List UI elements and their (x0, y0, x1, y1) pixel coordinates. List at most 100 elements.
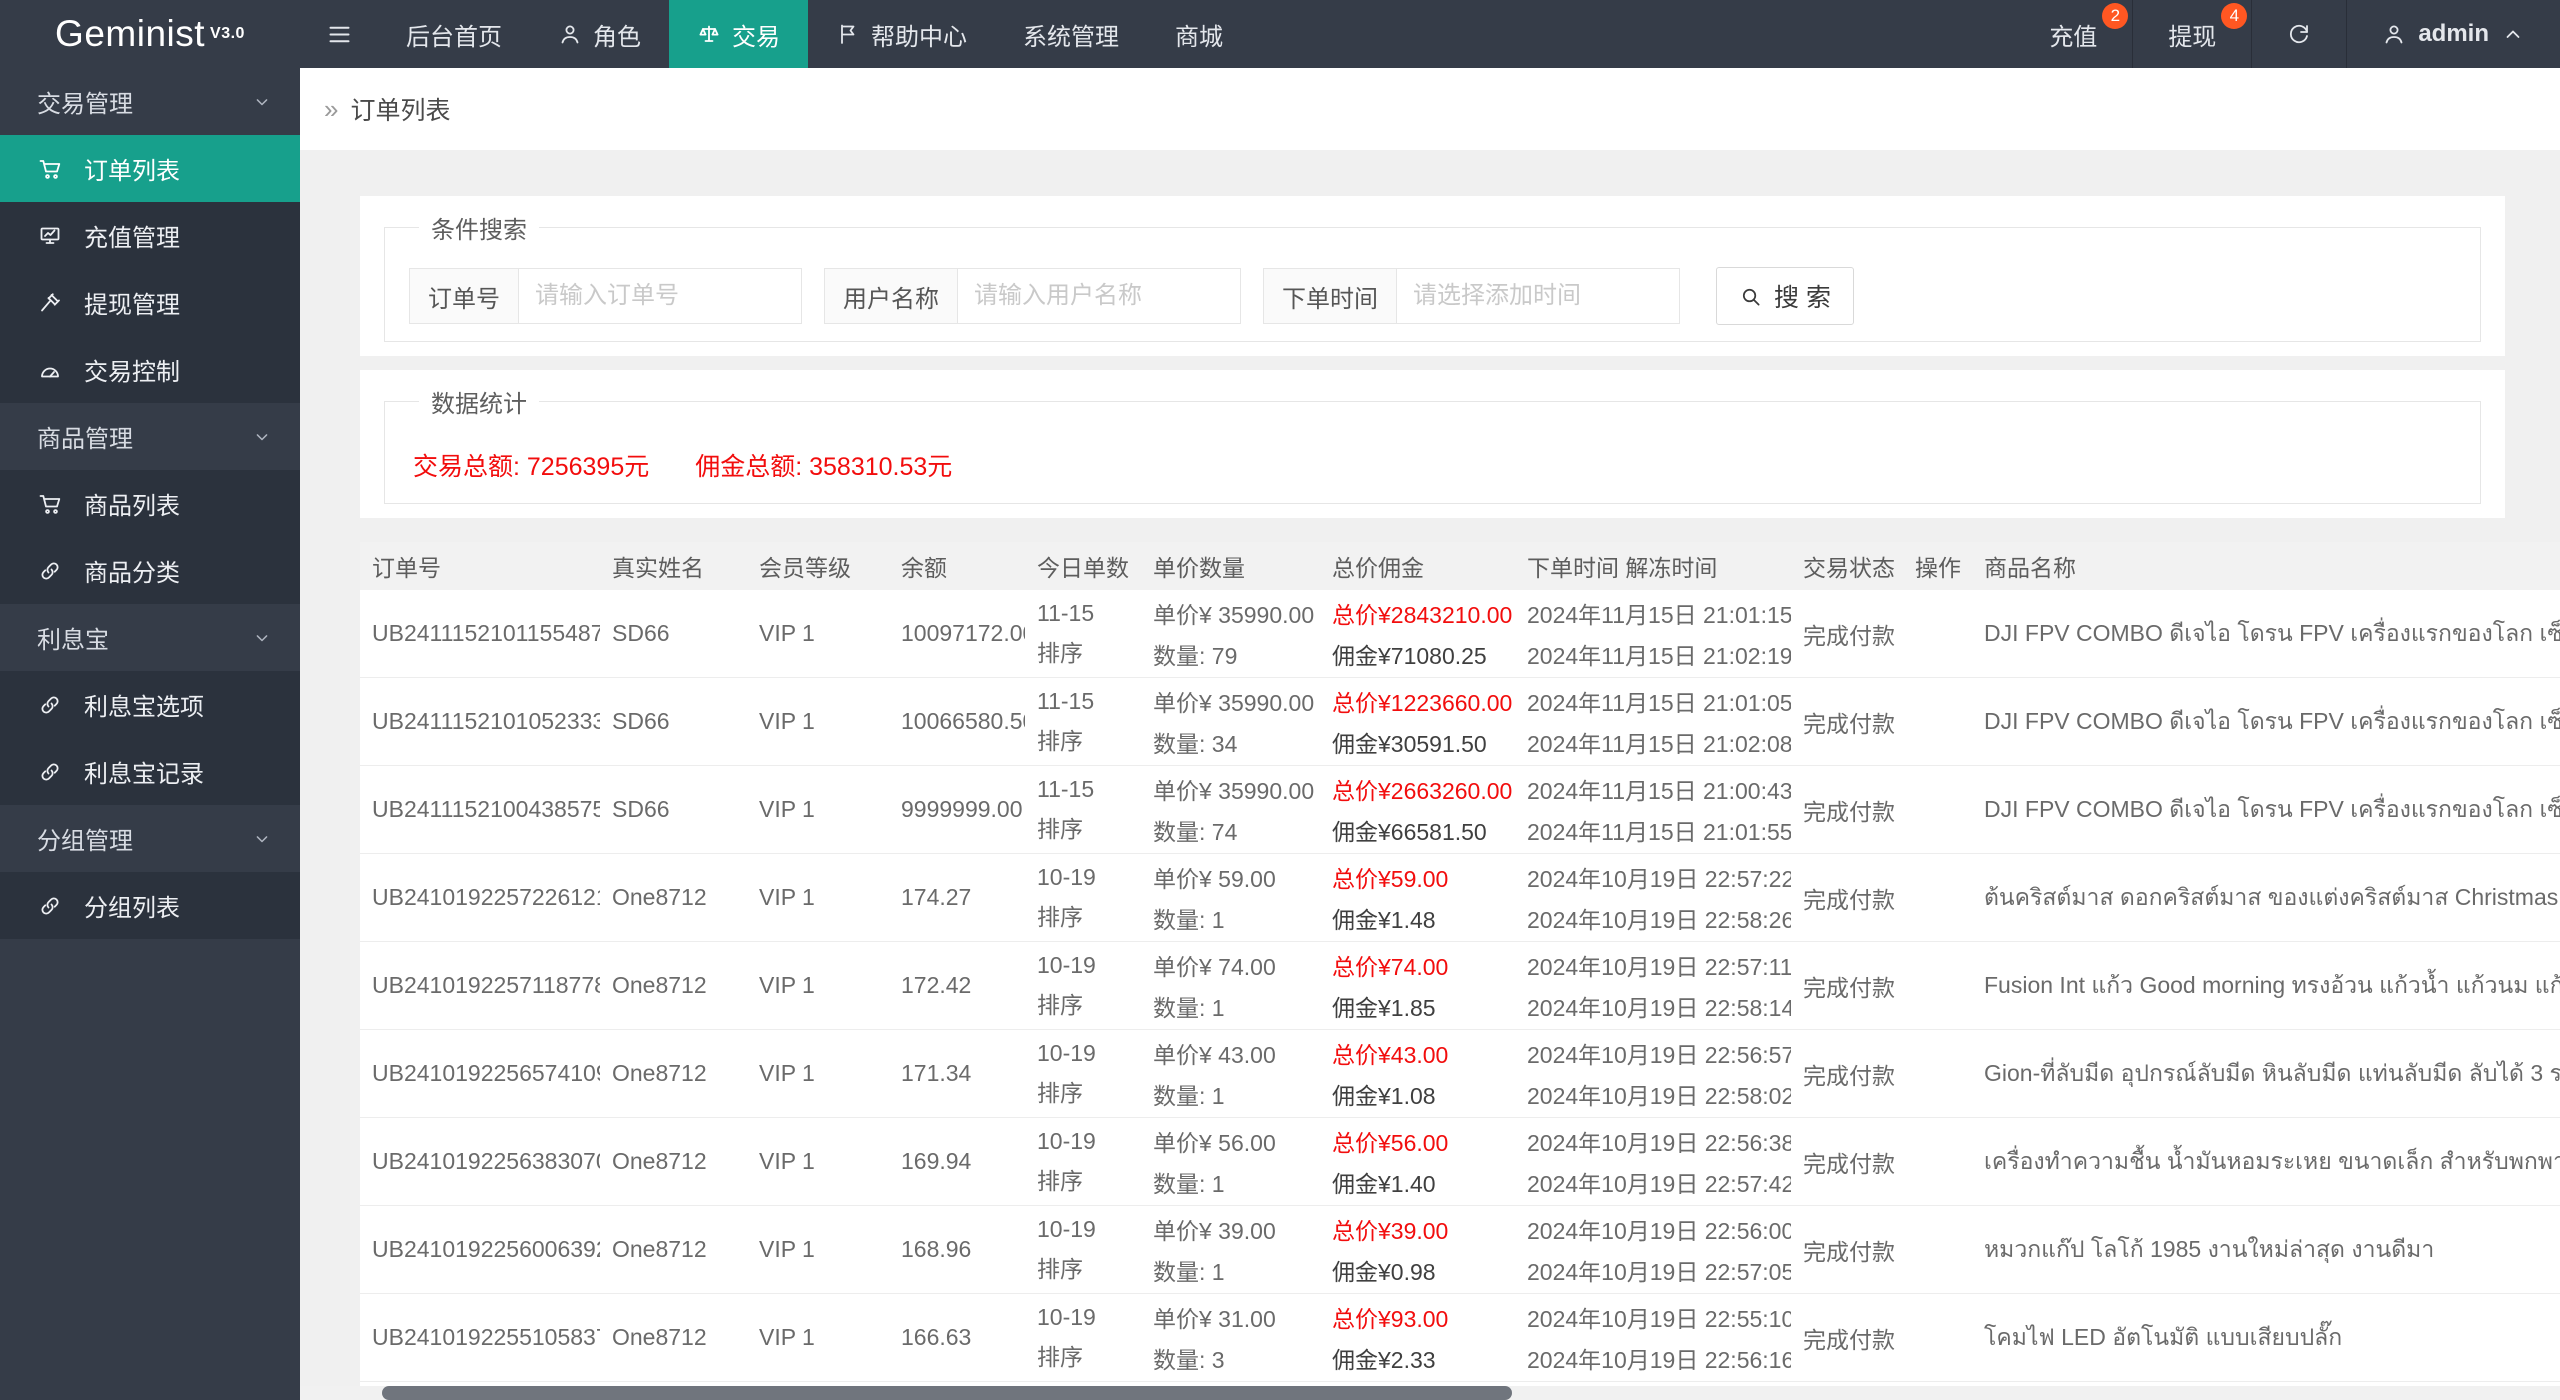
sort-link[interactable]: 排序 (1037, 898, 1129, 932)
search-fieldset: 条件搜索 订单号 用户名称 下单时间 搜 索 (384, 210, 2481, 342)
cell-order-no: UB2410192256006392 (360, 1205, 600, 1294)
cell-status: 完成付款 (1791, 765, 1903, 854)
search-button[interactable]: 搜 索 (1716, 267, 1854, 325)
sort-link[interactable]: 排序 (1037, 1338, 1129, 1372)
gauge-icon (41, 367, 59, 377)
withdraw-button[interactable]: 提现 4 (2132, 0, 2251, 68)
sidebar-group-product-management[interactable]: 商品管理 (0, 403, 300, 470)
sidebar-item-trade-control[interactable]: 交易控制 (0, 336, 300, 403)
sort-link[interactable]: 排序 (1037, 1250, 1129, 1284)
field-label: 下单时间 (1263, 268, 1397, 324)
cell-status: 完成付款 (1791, 853, 1903, 942)
topbar: Geminist V3.0 后台首页 角色 交易 帮助中心 系统管理 商城 充值 2 提现… (0, 0, 2560, 68)
cell-total-commission: 总价¥59.00 佣金¥1.48 (1320, 853, 1515, 942)
table-header-row: 订单号 真实姓名 会员等级 余额 今日单数 单价数量 总价佣金 下单时间 解冻时间 交易状态 操作… (360, 542, 2560, 590)
topnav-system[interactable]: 系统管理 (995, 0, 1147, 68)
order-time-input[interactable] (1397, 268, 1680, 324)
page-title: 订单列表 (350, 97, 451, 125)
chevron-down-icon (256, 433, 268, 440)
cell-order-no: UB2410192255105837 (360, 1293, 600, 1382)
cell-price-qty: 单价¥ 31.00 数量: 3 (1141, 1293, 1320, 1382)
cell-action (1903, 941, 1972, 1030)
orders-table: 订单号 真实姓名 会员等级 余额 今日单数 单价数量 总价佣金 下单时间 解冻时间 交易状态 操作… (360, 542, 2560, 1400)
sidebar-item-label: 商品分类 (84, 560, 180, 587)
cell-vip-level: VIP 1 (747, 1293, 889, 1382)
cell-total-commission: 总价¥56.00 佣金¥1.40 (1320, 1117, 1515, 1206)
cell-action (1903, 1205, 1972, 1294)
refresh-button[interactable] (2251, 0, 2346, 68)
sidebar-item-label: 利息宝选项 (84, 694, 204, 721)
cell-price-qty: 单价¥ 59.00 数量: 1 (1141, 853, 1320, 942)
recharge-button[interactable]: 充值 2 (2014, 0, 2132, 68)
cell-vip-level: VIP 1 (747, 941, 889, 1030)
cell-real-name: One8712 (600, 1029, 747, 1118)
sort-link[interactable]: 排序 (1037, 634, 1129, 668)
withdraw-badge: 4 (2221, 3, 2248, 29)
sidebar-item-product-list[interactable]: 商品列表 (0, 470, 300, 537)
topnav-home[interactable]: 后台首页 (378, 0, 530, 68)
cell-total-commission: 总价¥43.00 佣金¥1.08 (1320, 1029, 1515, 1118)
sidebar-item-recharge-management[interactable]: 充值管理 (0, 202, 300, 269)
sidebar-item-label: 订单列表 (84, 158, 180, 185)
sidebar-group-interest-treasure[interactable]: 利息宝 (0, 604, 300, 671)
refresh-icon (2290, 24, 2309, 44)
sidebar-item-label: 商品列表 (84, 493, 180, 520)
chevron-down-icon (256, 98, 268, 105)
sidebar-group-label: 利息宝 (37, 627, 109, 654)
user-name-input[interactable] (958, 268, 1241, 324)
topnav-trade[interactable]: 交易 (669, 0, 808, 68)
field-label: 订单号 (409, 268, 519, 324)
sidebar-item-order-list[interactable]: 订单列表 (0, 135, 300, 202)
chevron-down-icon (256, 835, 268, 842)
column-header-7: 下单时间 解冻时间 (1515, 542, 1791, 590)
topnav-mall[interactable]: 商城 (1147, 0, 1251, 68)
cell-real-name: One8712 (600, 1293, 747, 1382)
sidebar-item-interest-records[interactable]: 利息宝记录 (0, 738, 300, 805)
cell-order-no: UB2411152100438575 (360, 765, 600, 854)
sidebar-item-interest-options[interactable]: 利息宝选项 (0, 671, 300, 738)
sidebar-group-trade-management[interactable]: 交易管理 (0, 68, 300, 135)
horizontal-scrollbar-thumb[interactable] (382, 1386, 1512, 1400)
order-no-input[interactable] (519, 268, 802, 324)
column-header-2: 会员等级 (747, 542, 889, 590)
sidebar-item-group-list[interactable]: 分组列表 (0, 872, 300, 939)
topnav-help-center[interactable]: 帮助中心 (808, 0, 995, 68)
sidebar-toggle-button[interactable] (300, 0, 378, 68)
sidebar-submenu-product-management: 商品列表 商品分类 (0, 470, 300, 604)
table-body: UB2411152101155487 SD66 VIP 1 10097172.00 11… (360, 590, 2560, 1400)
sort-link[interactable]: 排序 (1037, 810, 1129, 844)
cell-product-name: ต้นคริสต์มาส ดอกคริสต์มาส ของแต่งคริสต์ม… (1972, 853, 2560, 942)
cell-price-qty: 单价¥ 35990.00 数量: 79 (1141, 590, 1320, 678)
sort-link[interactable]: 排序 (1037, 1074, 1129, 1108)
sort-link[interactable]: 排序 (1037, 722, 1129, 756)
cell-product-name: DJI FPV COMBO ดีเจไอ โดรน FPV เครื่องแรก… (1972, 590, 2560, 678)
sort-link[interactable]: 排序 (1037, 986, 1129, 1020)
cell-action (1903, 1293, 1972, 1382)
topnav-roles[interactable]: 角色 (530, 0, 669, 68)
cell-real-name: One8712 (600, 1117, 747, 1206)
user-menu[interactable]: admin (2346, 0, 2560, 68)
app-version: V3.0 (210, 25, 245, 42)
sidebar-group-group-management[interactable]: 分组管理 (0, 805, 300, 872)
sidebar-item-withdraw-management[interactable]: 提现管理 (0, 269, 300, 336)
cart-icon (39, 494, 61, 514)
sidebar: 交易管理订单列表充值管理 提现管理 交易控制 商品管理商品列表商品分类利息宝利息宝选项… (0, 68, 300, 1400)
cell-times: 2024年11月15日 21:01:15 2024年11月15日 21:02:19 (1515, 590, 1791, 678)
chart-board-icon (40, 227, 60, 244)
topnav-label: 系统管理 (1023, 23, 1119, 51)
sort-link[interactable]: 排序 (1037, 1162, 1129, 1196)
search-field-order-no: 订单号 (409, 268, 802, 324)
cell-balance: 171.34 (889, 1029, 1025, 1118)
cell-real-name: One8712 (600, 1205, 747, 1294)
stats-card: 数据统计 交易总额: 7256395元 佣金总额: 358310.53元 (360, 370, 2505, 518)
cell-real-name: SD66 (600, 677, 747, 766)
horizontal-scrollbar[interactable] (300, 1386, 2560, 1400)
cell-day-count: 10-19排序 (1025, 1293, 1141, 1382)
cell-price-qty: 单价¥ 39.00 数量: 1 (1141, 1205, 1320, 1294)
column-header-8: 交易状态 (1791, 542, 1903, 590)
cell-status: 完成付款 (1791, 1205, 1903, 1294)
search-icon (1742, 288, 1760, 306)
sidebar-item-product-category[interactable]: 商品分类 (0, 537, 300, 604)
cell-real-name: One8712 (600, 853, 747, 942)
column-header-1: 真实姓名 (600, 542, 747, 590)
